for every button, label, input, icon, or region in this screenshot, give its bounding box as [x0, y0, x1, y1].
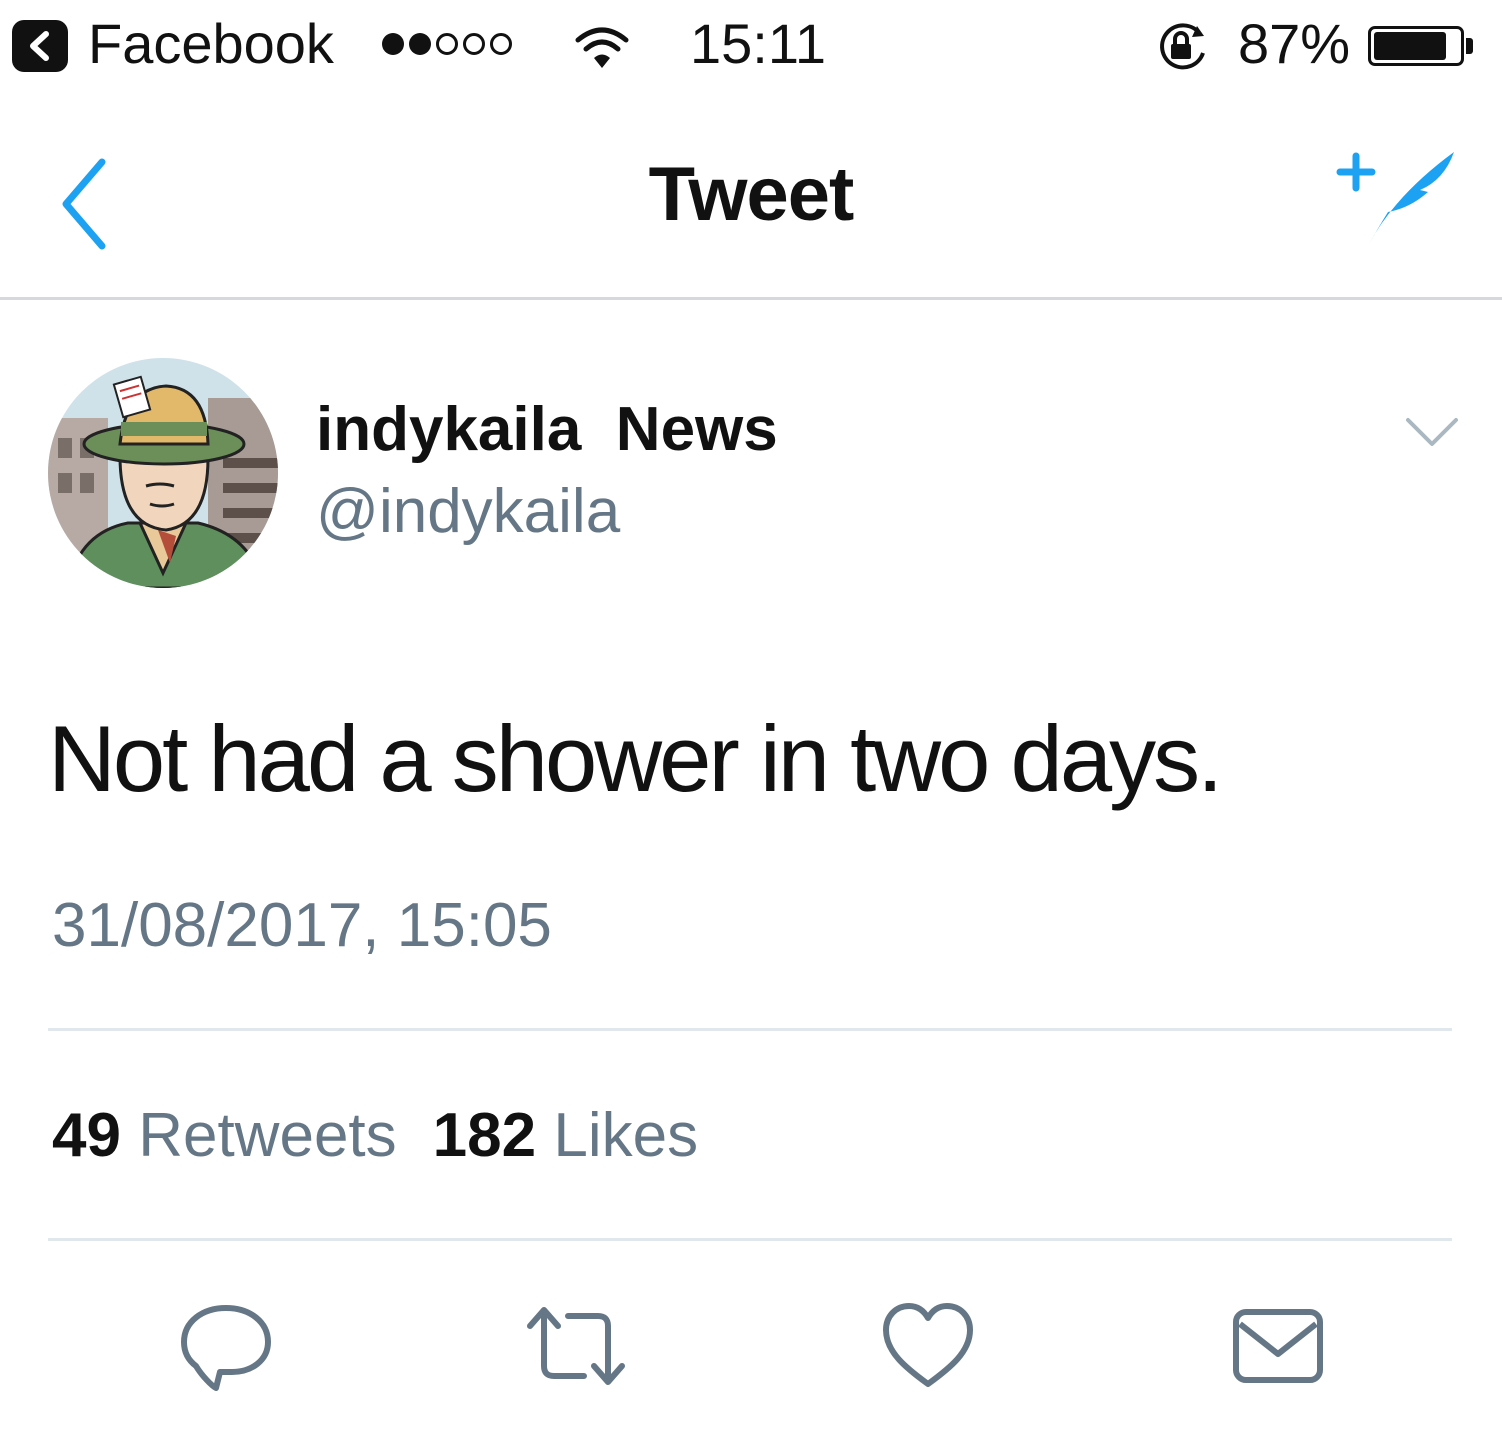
navigation-bar: Tweet — [0, 110, 1502, 300]
likes-count: 182 — [432, 1101, 537, 1170]
display-name[interactable]: indykaila News — [316, 392, 778, 468]
battery-percentage: 87% — [1238, 12, 1351, 75]
engagement-stats: 49 Retweets 182 Likes — [52, 1098, 698, 1174]
avatar-illustration — [48, 358, 278, 588]
signal-dot — [490, 33, 512, 55]
orientation-lock-icon — [1160, 23, 1205, 70]
battery-level-fill — [1374, 32, 1447, 60]
like-icon[interactable] — [878, 1296, 978, 1396]
divider — [48, 1238, 1452, 1241]
direct-message-icon[interactable] — [1228, 1296, 1328, 1396]
signal-dot — [382, 33, 404, 55]
retweet-icon[interactable] — [526, 1296, 626, 1396]
compose-tweet-icon[interactable] — [1332, 144, 1462, 254]
likes-stat[interactable]: 182 Likes — [433, 1101, 698, 1170]
clock: 15:11 — [690, 12, 826, 75]
back-to-app-icon[interactable] — [12, 20, 68, 72]
tweet-text: Not had a shower in two days. — [48, 706, 1223, 811]
page-title: Tweet — [648, 152, 855, 237]
divider — [48, 1028, 1452, 1031]
status-bar: Facebook 15:11 87% — [0, 0, 1502, 92]
retweets-label: Retweets — [138, 1101, 397, 1170]
likes-label: Likes — [553, 1101, 699, 1170]
chevron-down-icon[interactable] — [1404, 414, 1460, 452]
battery-cap — [1466, 38, 1473, 54]
back-to-app-label[interactable]: Facebook — [88, 12, 334, 76]
wifi-icon — [575, 27, 629, 68]
reply-icon[interactable] — [176, 1296, 276, 1396]
tweet-timestamp: 31/08/2017, 15:05 — [52, 891, 552, 960]
signal-dot — [436, 33, 458, 55]
battery-icon — [1368, 26, 1464, 66]
retweets-count: 49 — [52, 1101, 121, 1170]
avatar[interactable] — [48, 358, 278, 588]
retweets-stat[interactable]: 49 Retweets — [52, 1101, 397, 1170]
user-handle[interactable]: @indykaila — [316, 474, 620, 550]
signal-dot — [409, 33, 431, 55]
signal-dot — [463, 33, 485, 55]
cellular-signal-icon — [382, 30, 512, 58]
